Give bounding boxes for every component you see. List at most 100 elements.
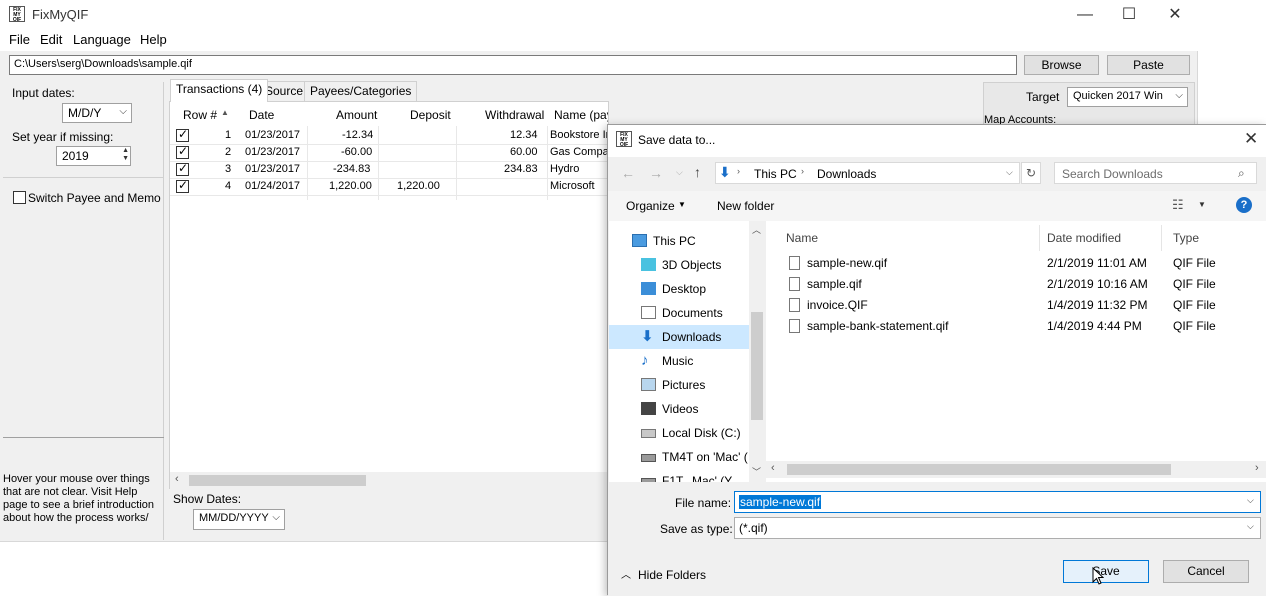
col-row[interactable]: Row # (183, 108, 217, 122)
up-arrow-icon[interactable]: ↑ (694, 164, 701, 180)
cancel-button[interactable]: Cancel (1163, 560, 1249, 583)
nav-item-music[interactable]: ♪ Music (609, 349, 749, 373)
row-checkbox[interactable] (176, 144, 189, 159)
chevron-up-icon[interactable]: ︿ (621, 566, 631, 581)
col-name[interactable]: Name (786, 231, 818, 245)
breadcrumb-downloads[interactable]: Downloads (817, 167, 876, 181)
save-button[interactable]: Save (1063, 560, 1149, 583)
nav-item-local-disk[interactable]: Local Disk (C:) (609, 421, 749, 445)
dialog-close-icon[interactable]: ✕ (1244, 129, 1258, 149)
file-list: Name Date modified Type sample-new.qif 2… (766, 221, 1266, 482)
scroll-thumb[interactable] (189, 475, 366, 486)
file-name-input[interactable]: sample-new.qif ⌵ (734, 491, 1261, 513)
maximize-button[interactable]: ☐ (1106, 0, 1152, 29)
recent-chevron-icon[interactable]: ⌵ (676, 167, 683, 178)
help-hint-text: Hover your mouse over things that are no… (3, 473, 155, 524)
row-checkbox[interactable] (176, 178, 189, 193)
cell-date: 01/23/2017 (245, 146, 301, 158)
forward-arrow-icon[interactable]: → (649, 165, 663, 181)
new-folder-button[interactable]: New folder (717, 199, 774, 213)
help-icon[interactable]: ? (1236, 197, 1252, 213)
tab-payees-categories[interactable]: Payees/Categories (304, 81, 418, 101)
cell-row: 4 (225, 180, 232, 192)
save-type-select[interactable]: (*.qif) ⌵ (734, 517, 1261, 539)
scroll-up-icon[interactable]: ︿ (752, 223, 761, 236)
input-dates-select[interactable]: M/D/Y ⌵ (62, 103, 132, 123)
nav-item-3d-objects[interactable]: 3D Objects (609, 253, 749, 277)
col-name[interactable]: Name (payee/r) (554, 108, 608, 122)
nav-item-desktop[interactable]: Desktop (609, 277, 749, 301)
nav-item-network-drive-2[interactable]: F1T...Mac' (Y (609, 469, 749, 482)
input-dates-value: M/D/Y (68, 106, 102, 120)
file-row[interactable]: invoice.QIF 1/4/2019 11:32 PM QIF File (786, 295, 1256, 316)
menu-file[interactable]: File (9, 32, 30, 47)
chevron-down-icon[interactable]: ⌵ (1247, 521, 1254, 532)
nav-v-scrollbar[interactable]: ︿ ﹀ (749, 221, 765, 482)
col-amount[interactable]: Amount (336, 108, 377, 122)
file-row[interactable]: sample-bank-statement.qif 1/4/2019 4:44 … (786, 316, 1256, 337)
caret-down-icon: ▼ (678, 200, 686, 209)
row-checkbox[interactable] (176, 127, 189, 142)
col-date[interactable]: Date (249, 108, 274, 122)
address-bar[interactable]: ⬇ › This PC › Downloads ⌵ (715, 162, 1020, 184)
hide-folders-button[interactable]: Hide Folders (638, 568, 706, 582)
scroll-down-icon[interactable]: ﹀ (752, 465, 761, 478)
row-checkbox[interactable] (176, 161, 189, 176)
cell-date: 01/23/2017 (245, 163, 301, 175)
close-button[interactable]: ✕ (1152, 0, 1198, 29)
scroll-right-icon[interactable]: › (1255, 462, 1259, 474)
drive-icon (641, 429, 656, 438)
chevron-down-icon: ⌵ (1175, 90, 1183, 101)
caret-down-icon[interactable]: ▼ (1198, 200, 1206, 209)
scroll-left-icon[interactable]: ‹ (771, 462, 775, 474)
view-options-icon[interactable]: ☷ (1172, 197, 1184, 213)
tab-transactions[interactable]: Transactions (4) (170, 79, 269, 102)
scroll-left-icon[interactable]: ‹ (175, 473, 179, 485)
cell-withdrawal: 12.34 (510, 129, 538, 141)
grid-h-scrollbar[interactable]: ‹ (170, 472, 608, 489)
dialog-bottom: File name: sample-new.qif ⌵ Save as type… (608, 482, 1266, 596)
target-select[interactable]: Quicken 2017 Win ⌵ (1067, 87, 1188, 107)
paste-button[interactable]: Paste (1107, 55, 1190, 75)
breadcrumb-this-pc[interactable]: This PC (754, 167, 797, 181)
back-arrow-icon[interactable]: ← (621, 165, 635, 181)
show-dates-value: MM/DD/YYYY (199, 512, 269, 524)
search-icon[interactable]: ⌕ (1238, 166, 1245, 181)
cell-name: Bookstore Ir (550, 129, 609, 141)
menu-edit[interactable]: Edit (40, 32, 62, 47)
nav-item-network-drive[interactable]: TM4T on 'Mac' ( (609, 445, 749, 469)
refresh-icon[interactable]: ↻ (1021, 162, 1041, 184)
scroll-thumb[interactable] (787, 464, 1171, 475)
col-deposit[interactable]: Deposit (410, 108, 451, 122)
menu-help[interactable]: Help (140, 32, 167, 47)
nav-item-videos[interactable]: Videos (609, 397, 749, 421)
year-stepper[interactable]: 2019 ▲ ▼ (56, 146, 131, 166)
file-name-label: File name: (675, 496, 732, 510)
nav-item-downloads[interactable]: ⬇ Downloads (609, 325, 749, 349)
col-date-modified[interactable]: Date modified (1047, 231, 1121, 245)
browse-button[interactable]: Browse (1024, 55, 1099, 75)
file-row[interactable]: sample.qif 2/1/2019 10:16 AM QIF File (786, 274, 1256, 295)
nav-item-this-pc[interactable]: This PC (609, 229, 749, 253)
show-dates-select[interactable]: MM/DD/YYYY ⌵ (193, 509, 285, 530)
organize-button[interactable]: Organize (626, 199, 675, 213)
search-input[interactable]: Search Downloads ⌕ (1054, 162, 1257, 184)
minimize-button[interactable]: — (1062, 0, 1108, 29)
chevron-down-icon[interactable]: ⌵ (1006, 167, 1013, 178)
cell-date: 01/23/2017 (245, 129, 301, 141)
switch-payee-memo-checkbox[interactable] (13, 191, 26, 204)
nav-item-documents[interactable]: Documents (609, 301, 749, 325)
scroll-thumb[interactable] (751, 312, 763, 420)
chevron-down-icon[interactable]: ⌵ (1247, 495, 1254, 506)
nav-item-pictures[interactable]: Pictures (609, 373, 749, 397)
cell-name: Hydro (550, 163, 580, 175)
target-value: Quicken 2017 Win (1073, 90, 1163, 102)
app-icon: FIX MY QIF (616, 131, 632, 147)
spin-arrows-icon[interactable]: ▲ ▼ (122, 147, 129, 163)
col-withdrawal[interactable]: Withdrawal (485, 108, 544, 122)
file-row[interactable]: sample-new.qif 2/1/2019 11:01 AM QIF Fil… (786, 253, 1256, 274)
menu-language[interactable]: Language (73, 32, 131, 47)
file-h-scrollbar[interactable]: ‹ › (766, 461, 1266, 478)
file-path-input[interactable]: C:\Users\serg\Downloads\sample.qif (9, 55, 1017, 75)
col-type[interactable]: Type (1173, 231, 1199, 245)
